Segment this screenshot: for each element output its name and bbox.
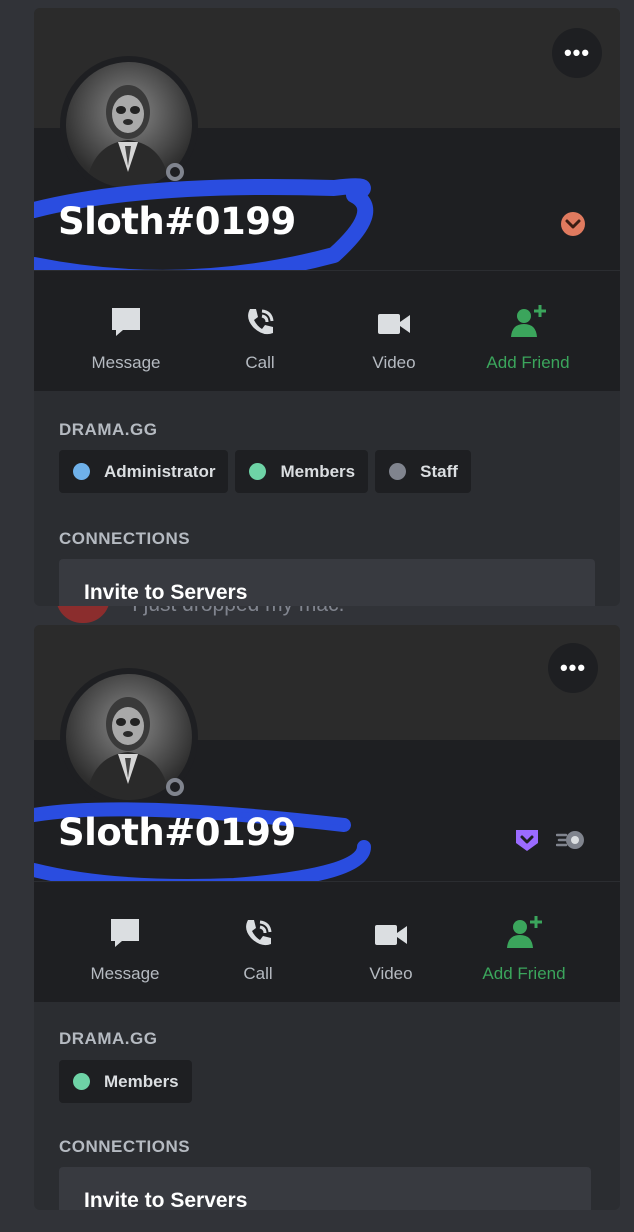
profile-badges <box>514 827 586 853</box>
add-friend-icon <box>511 305 546 337</box>
more-options-button[interactable]: ••• <box>548 643 598 693</box>
nitro-shield-icon[interactable] <box>514 827 540 853</box>
call-label: Call <box>243 964 273 983</box>
chat-avatar <box>56 603 110 623</box>
video-label: Video <box>369 964 413 983</box>
role-members[interactable]: Members <box>59 1060 192 1103</box>
server-name: DRAMA.GG <box>59 420 158 439</box>
profile-card-2: ••• Sloth#0199 Message Call Video Add Fr… <box>34 625 620 1210</box>
profile-actions: Message Call Video Add Friend <box>34 881 620 1002</box>
invite-to-servers-button[interactable]: Invite to Servers <box>59 559 595 606</box>
username: Sloth#0199 <box>58 811 296 854</box>
role-administrator[interactable]: Administrator <box>59 450 229 493</box>
add-friend-action[interactable]: Add Friend <box>461 271 595 373</box>
message-label: Message <box>91 353 161 372</box>
invite-to-servers-button[interactable]: Invite to Servers <box>59 1167 591 1210</box>
phone-call-icon <box>248 309 274 335</box>
role-label: Staff <box>420 461 458 481</box>
role-color-dot <box>389 463 407 480</box>
profile-actions: Message Call Video Add Friend <box>34 270 620 391</box>
chat-message-peek: I just dropped my mac. <box>34 603 620 625</box>
role-members[interactable]: Members <box>235 450 369 493</box>
role-label: Members <box>280 461 356 481</box>
role-color-dot <box>73 1073 90 1090</box>
role-label: Administrator <box>104 461 216 481</box>
add-friend-icon <box>507 916 542 948</box>
call-action[interactable]: Call <box>191 882 325 984</box>
call-action[interactable]: Call <box>193 271 327 373</box>
boost-icon[interactable] <box>556 829 586 851</box>
role-color-dot <box>249 463 267 480</box>
role-label: Members <box>104 1071 179 1091</box>
call-label: Call <box>245 353 275 372</box>
hypesquad-bravery-icon[interactable] <box>560 211 586 237</box>
offline-status-icon <box>166 778 184 796</box>
invite-label: Invite to Servers <box>84 1189 248 1210</box>
add-friend-label: Add Friend <box>482 964 566 983</box>
message-action[interactable]: Message <box>59 271 193 373</box>
connections-title: CONNECTIONS <box>59 529 191 548</box>
message-action[interactable]: Message <box>58 882 192 984</box>
video-action[interactable]: Video <box>327 271 461 373</box>
add-friend-action[interactable]: Add Friend <box>457 882 591 984</box>
add-friend-label: Add Friend <box>486 353 570 372</box>
video-action[interactable]: Video <box>324 882 458 984</box>
message-icon <box>112 308 140 336</box>
role-color-dot <box>73 463 90 480</box>
connections-title: CONNECTIONS <box>59 1137 191 1156</box>
profile-badges <box>560 211 586 237</box>
video-label: Video <box>372 353 416 372</box>
video-camera-icon <box>375 925 407 945</box>
message-icon <box>111 919 139 947</box>
more-options-button[interactable]: ••• <box>552 28 602 78</box>
roles-list: Members <box>59 1060 192 1103</box>
role-staff[interactable]: Staff <box>375 450 471 493</box>
profile-card-1: ••• Sloth#0199 Message Call Video Add Fr… <box>34 8 620 606</box>
server-name: DRAMA.GG <box>59 1029 158 1048</box>
username: Sloth#0199 <box>58 200 296 243</box>
message-label: Message <box>90 964 160 983</box>
invite-label: Invite to Servers <box>84 581 248 604</box>
video-camera-icon <box>378 314 410 334</box>
roles-list: Administrator Members Staff <box>59 450 471 493</box>
phone-call-icon <box>246 920 272 946</box>
